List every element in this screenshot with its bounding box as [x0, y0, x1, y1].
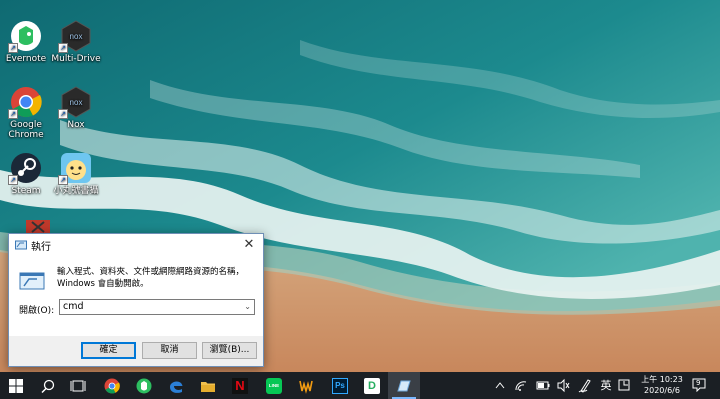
desktop-icon-label: Nox — [67, 120, 85, 130]
winamp-icon — [298, 378, 314, 394]
nox-icon: nox ↗ — [58, 20, 92, 53]
run-description-line1: 輸入程式、資料夾、文件或網際網路資源的名稱， — [57, 267, 245, 277]
line-text: LINE — [268, 382, 280, 388]
shortcut-arrow-icon: ↗ — [58, 43, 68, 53]
clock-date: 2020/6/6 — [644, 386, 680, 395]
desktop-icon-app[interactable]: ↗ 小丸號書攝 — [46, 152, 106, 196]
taskbar-file-explorer[interactable] — [192, 372, 224, 399]
open-combobox[interactable]: cmd ⌄ — [59, 299, 255, 315]
desktop-icon-label: 小丸號書攝 — [53, 186, 99, 196]
volume-icon[interactable] — [556, 372, 570, 399]
taskbar-netflix[interactable]: N — [224, 372, 256, 399]
evernote-icon: ↗ — [8, 20, 42, 53]
svg-text:nox: nox — [70, 98, 83, 107]
notification-button[interactable]: 9 — [692, 378, 706, 393]
task-view-icon — [70, 378, 86, 394]
run-description: 輸入程式、資料夾、文件或網際網路資源的名稱， Windows 會自動開啟。 — [57, 266, 257, 290]
run-description-line2: Windows 會自動開啟。 — [57, 279, 149, 289]
task-view-button[interactable] — [62, 372, 94, 399]
chevron-down-icon[interactable]: ⌄ — [244, 302, 251, 311]
taskbar-line[interactable]: LINE — [258, 372, 290, 399]
run-icon — [15, 239, 27, 251]
edge-icon — [168, 378, 184, 394]
taskbar-dictionary[interactable]: D — [356, 372, 388, 399]
photoshop-icon: Ps — [332, 377, 348, 394]
taskbar-evernote[interactable] — [128, 372, 160, 399]
clock-time: 上午 10:23 — [641, 375, 683, 384]
shortcut-arrow-icon: ↗ — [58, 109, 68, 119]
open-input[interactable]: cmd — [63, 301, 84, 312]
nox-icon: nox ↗ — [58, 86, 92, 119]
run-app-icon — [19, 268, 45, 294]
line-icon: LINE — [266, 377, 282, 394]
network-icon[interactable] — [514, 372, 528, 399]
run-dialog: 執行 ✕ 輸入程式、資料夾、文件或網際網路資源的名稱， Windows 會自動開… — [8, 233, 264, 367]
close-icon: ✕ — [243, 237, 255, 252]
netflix-letter: N — [235, 377, 245, 393]
notification-count: 9 — [696, 379, 701, 387]
chrome-icon — [104, 378, 120, 394]
svg-text:nox: nox — [70, 32, 83, 41]
shortcut-arrow-icon: ↗ — [58, 175, 68, 185]
start-button[interactable] — [0, 372, 32, 399]
battery-icon[interactable] — [536, 372, 550, 399]
photoshop-text: Ps — [335, 380, 345, 390]
browse-button[interactable]: 瀏覽(B)... — [202, 342, 257, 359]
folder-icon — [200, 378, 216, 394]
desktop-icon-label: Multi-Drive — [51, 54, 101, 64]
shortcut-arrow-icon: ↗ — [8, 175, 18, 185]
dictionary-icon: D — [364, 377, 380, 394]
app-icon: ↗ — [58, 152, 92, 185]
taskbar-chrome[interactable] — [96, 372, 128, 399]
steam-icon: ↗ — [8, 152, 42, 185]
shortcut-arrow-icon: ↗ — [8, 109, 18, 119]
chevron-up-icon[interactable] — [494, 372, 506, 399]
run-title: 執行 — [31, 242, 51, 253]
evernote-icon — [136, 378, 152, 394]
desktop-icon-nox[interactable]: nox ↗ Nox — [46, 86, 106, 130]
clock[interactable]: 上午 10:23 2020/6/6 — [636, 374, 688, 396]
cancel-button[interactable]: 取消 — [142, 342, 197, 359]
taskbar-photoshop[interactable]: Ps — [324, 372, 356, 399]
search-button[interactable] — [32, 372, 64, 399]
windows-icon — [8, 378, 24, 394]
desktop-icon-multi-drive[interactable]: nox ↗ Multi-Drive — [46, 20, 106, 64]
shortcut-arrow-icon: ↗ — [8, 43, 18, 53]
netflix-icon: N — [232, 377, 248, 394]
pen-icon[interactable] — [578, 372, 592, 399]
dictionary-text: D — [368, 379, 376, 392]
taskbar-winamp[interactable] — [290, 372, 322, 399]
taskbar: N LINE Ps D 英 上午 10:23 2020/6/6 9 — [0, 372, 720, 399]
open-label: 開啟(O): — [19, 306, 55, 316]
ok-button[interactable]: 確定 — [81, 342, 136, 359]
taskbar-run[interactable] — [388, 372, 420, 399]
run-icon — [396, 378, 412, 394]
taskbar-edge[interactable] — [160, 372, 192, 399]
run-body: 輸入程式、資料夾、文件或網際網路資源的名稱， Windows 會自動開啟。 開啟… — [9, 256, 263, 336]
ime-mode-icon[interactable] — [618, 372, 630, 399]
chrome-icon: ↗ — [8, 86, 42, 119]
close-button[interactable]: ✕ — [235, 234, 263, 256]
run-titlebar[interactable]: 執行 ✕ — [9, 234, 263, 256]
run-footer: 確定 取消 瀏覽(B)... — [9, 336, 263, 366]
ime-indicator[interactable]: 英 — [598, 372, 614, 399]
search-icon — [40, 378, 56, 394]
